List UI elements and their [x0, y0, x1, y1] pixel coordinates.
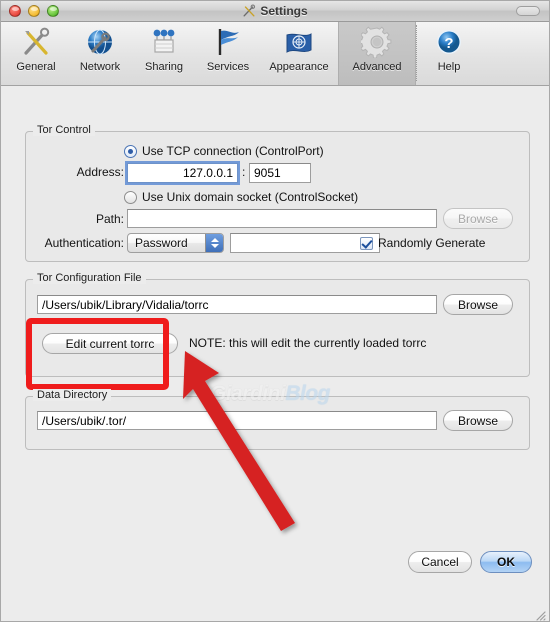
- window-controls: [9, 5, 59, 17]
- close-button[interactable]: [9, 5, 21, 17]
- settings-window: Settings General Network Sharing Service…: [0, 0, 550, 622]
- use-unix-socket-label: Use Unix domain socket (ControlSocket): [142, 190, 359, 204]
- svg-text:?: ?: [444, 35, 453, 52]
- tools-icon: [242, 4, 256, 18]
- window-titlebar: Settings: [1, 1, 549, 22]
- tor-config-file-group: Tor Configuration File Browse Edit curre…: [25, 272, 530, 377]
- toolbar-item-advanced[interactable]: Advanced: [338, 22, 416, 85]
- torrc-browse-button[interactable]: Browse: [443, 294, 513, 315]
- window-title-group: Settings: [1, 4, 549, 18]
- authentication-password-input[interactable]: [230, 233, 380, 253]
- socket-path-browse-button[interactable]: Browse: [443, 208, 513, 229]
- edit-current-torrc-button[interactable]: Edit current torrc: [42, 333, 178, 354]
- address-label: Address:: [76, 165, 124, 179]
- torrc-path-input[interactable]: [37, 295, 437, 314]
- address-port-separator: :: [242, 165, 246, 179]
- tools-icon: [20, 26, 52, 58]
- resize-grip[interactable]: [533, 608, 547, 622]
- authentication-label: Authentication:: [44, 236, 124, 250]
- tor-control-group-box: Use TCP connection (ControlPort) Address…: [25, 131, 530, 262]
- checkbox-indicator: [360, 236, 373, 250]
- toolbar-item-label: Network: [79, 61, 121, 73]
- tor-config-file-group-box: Browse Edit current torrc NOTE: this wil…: [25, 279, 530, 377]
- data-directory-group-title: Data Directory: [33, 389, 112, 401]
- toolbar-item-services[interactable]: Services: [196, 22, 260, 85]
- toolbar-item-sharing[interactable]: Sharing: [132, 22, 196, 85]
- data-directory-input[interactable]: [37, 411, 437, 430]
- chevron-updown-icon: [205, 234, 223, 252]
- toolbar-item-general[interactable]: General: [4, 22, 68, 85]
- flag-icon: [212, 26, 244, 58]
- toolbar-toggle-button[interactable]: [516, 6, 540, 16]
- use-tcp-connection-label: Use TCP connection (ControlPort): [142, 144, 324, 158]
- ok-button[interactable]: OK: [480, 551, 532, 573]
- tor-control-group: Tor Control Use TCP connection (ControlP…: [25, 124, 530, 262]
- tor-control-group-title: Tor Control: [33, 124, 95, 136]
- radio-indicator: [124, 190, 137, 204]
- window-title: Settings: [260, 4, 308, 18]
- settings-content: Tor Control Use TCP connection (ControlP…: [1, 86, 549, 622]
- torrc-edit-note: NOTE: this will edit the currently loade…: [189, 336, 427, 350]
- globe-wrench-icon: [84, 26, 116, 58]
- data-directory-browse-button[interactable]: Browse: [443, 410, 513, 431]
- authentication-select[interactable]: Password: [127, 233, 224, 253]
- radio-indicator: [124, 144, 137, 158]
- data-directory-group-box: Browse: [25, 396, 530, 450]
- toolbar-item-label: Services: [206, 61, 250, 73]
- toolbar-item-label: Sharing: [145, 61, 183, 73]
- data-directory-group: Data Directory Browse: [25, 389, 530, 450]
- socket-path-input[interactable]: [127, 209, 437, 228]
- toolbar-item-network[interactable]: Network: [68, 22, 132, 85]
- zoom-button[interactable]: [47, 5, 59, 17]
- use-unix-socket-radio[interactable]: Use Unix domain socket (ControlSocket): [124, 190, 358, 204]
- un-flag-icon: [283, 26, 315, 58]
- toolbar-item-appearance[interactable]: Appearance: [260, 22, 338, 85]
- sharing-dots-icon: [148, 26, 180, 58]
- help-circle-icon: ?: [433, 26, 465, 58]
- use-tcp-connection-radio[interactable]: Use TCP connection (ControlPort): [124, 144, 324, 158]
- gear-icon: [361, 26, 393, 58]
- toolbar-item-label: Appearance: [269, 61, 329, 73]
- cancel-button[interactable]: Cancel: [408, 551, 472, 573]
- randomly-generate-label: Randomly Generate: [378, 236, 486, 250]
- path-label: Path:: [95, 212, 124, 226]
- randomly-generate-checkbox[interactable]: Randomly Generate: [360, 236, 485, 250]
- port-input[interactable]: [249, 163, 311, 183]
- toolbar-item-help[interactable]: ? Help: [417, 22, 481, 85]
- toolbar-item-label: Advanced: [352, 61, 402, 73]
- minimize-button[interactable]: [28, 5, 40, 17]
- toolbar-item-label: General: [16, 61, 56, 73]
- toolbar-item-label: Help: [437, 61, 461, 73]
- authentication-select-value: Password: [135, 236, 188, 250]
- settings-toolbar: General Network Sharing Services Appeara…: [1, 22, 549, 86]
- address-input[interactable]: [127, 163, 238, 183]
- tor-config-file-group-title: Tor Configuration File: [33, 272, 146, 284]
